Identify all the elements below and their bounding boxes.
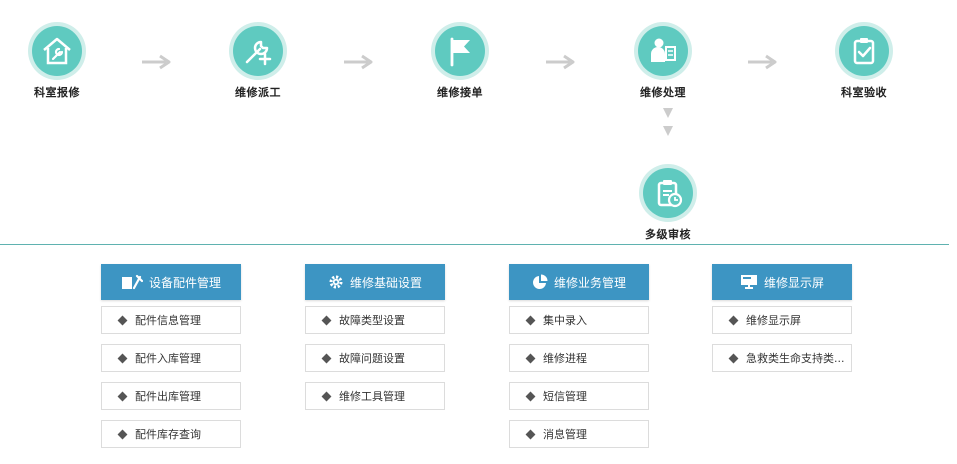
clipboard-clock-icon xyxy=(657,180,683,208)
menu-item[interactable]: 维修显示屏 xyxy=(712,306,852,334)
menu-item[interactable]: 配件出库管理 xyxy=(101,382,241,410)
arrow-right-icon xyxy=(748,54,777,70)
arrow-right-icon xyxy=(546,54,575,70)
diamond-icon xyxy=(525,315,536,325)
menu-item[interactable]: 集中录入 xyxy=(509,306,649,334)
step-process-circle xyxy=(634,22,692,80)
step-accept[interactable]: 维修接单 xyxy=(400,22,520,100)
device-tool-icon xyxy=(121,274,143,290)
diamond-icon xyxy=(321,391,332,401)
section-divider xyxy=(0,244,949,245)
clipboard-check-icon xyxy=(853,38,875,65)
module-parts-header[interactable]: 设备配件管理 xyxy=(101,264,241,300)
menu-item[interactable]: 故障类型设置 xyxy=(305,306,445,334)
step-accept-circle xyxy=(431,22,489,80)
gear-icon xyxy=(329,275,343,289)
diamond-icon xyxy=(525,429,536,439)
arrow-down-icon xyxy=(663,126,673,136)
menu-item[interactable]: 短信管理 xyxy=(509,382,649,410)
arrow-right-icon xyxy=(142,54,171,70)
step-inspect[interactable]: 科室验收 xyxy=(804,22,924,100)
step-review[interactable]: 多级审核 xyxy=(608,164,728,242)
diamond-icon xyxy=(321,353,332,363)
step-dispatch-circle xyxy=(229,22,287,80)
module-parts: 设备配件管理 配件信息管理 配件入库管理 配件出库管理 配件库存查询 xyxy=(101,264,241,448)
step-review-label: 多级审核 xyxy=(645,228,691,241)
step-report-label: 科室报修 xyxy=(34,86,80,99)
monitor-icon xyxy=(740,275,757,289)
person-repair-icon xyxy=(651,38,676,62)
module-parts-title: 设备配件管理 xyxy=(148,275,221,290)
menu-item[interactable]: 故障问题设置 xyxy=(305,344,445,372)
module-business: 维修业务管理 集中录入 维修进程 短信管理 消息管理 xyxy=(509,264,649,448)
menu-item[interactable]: 急救类生命支持类... xyxy=(712,344,852,372)
module-display-header[interactable]: 维修显示屏 xyxy=(712,264,852,300)
module-basic-title: 维修基础设置 xyxy=(349,275,422,290)
diamond-icon xyxy=(728,353,739,363)
diamond-icon xyxy=(525,353,536,363)
flag-icon xyxy=(450,37,470,67)
step-report-circle xyxy=(28,22,86,80)
module-display: 维修显示屏 维修显示屏 急救类生命支持类... xyxy=(712,264,852,372)
menu-item[interactable]: 维修工具管理 xyxy=(305,382,445,410)
step-review-circle xyxy=(639,164,697,222)
step-report[interactable]: 科室报修 xyxy=(0,22,117,100)
diamond-icon xyxy=(117,315,128,325)
house-wrench-icon xyxy=(43,37,71,65)
step-accept-label: 维修接单 xyxy=(437,86,483,99)
step-dispatch-label: 维修派工 xyxy=(235,86,281,99)
diamond-icon xyxy=(728,315,739,325)
diamond-icon xyxy=(525,391,536,401)
module-basic-header[interactable]: 维修基础设置 xyxy=(305,264,445,300)
step-dispatch[interactable]: 维修派工 xyxy=(198,22,318,100)
menu-item[interactable]: 配件库存查询 xyxy=(101,420,241,448)
step-inspect-label: 科室验收 xyxy=(841,86,887,99)
arrow-right-icon xyxy=(344,54,373,70)
diamond-icon xyxy=(321,315,332,325)
menu-item[interactable]: 维修进程 xyxy=(509,344,649,372)
module-business-title: 维修业务管理 xyxy=(553,275,626,290)
wrench-plus-icon xyxy=(245,40,272,66)
diamond-icon xyxy=(117,391,128,401)
menu-item[interactable]: 消息管理 xyxy=(509,420,649,448)
diamond-icon xyxy=(117,429,128,439)
module-basic: 维修基础设置 故障类型设置 故障问题设置 维修工具管理 xyxy=(305,264,445,410)
menu-item[interactable]: 配件入库管理 xyxy=(101,344,241,372)
pie-chart-icon xyxy=(533,274,548,289)
menu-item[interactable]: 配件信息管理 xyxy=(101,306,241,334)
module-business-header[interactable]: 维修业务管理 xyxy=(509,264,649,300)
diamond-icon xyxy=(117,353,128,363)
step-inspect-circle xyxy=(835,22,893,80)
arrow-down-icon xyxy=(663,108,673,118)
module-display-title: 维修显示屏 xyxy=(763,275,824,290)
step-process[interactable]: 维修处理 xyxy=(603,22,723,100)
step-process-label: 维修处理 xyxy=(640,86,686,99)
